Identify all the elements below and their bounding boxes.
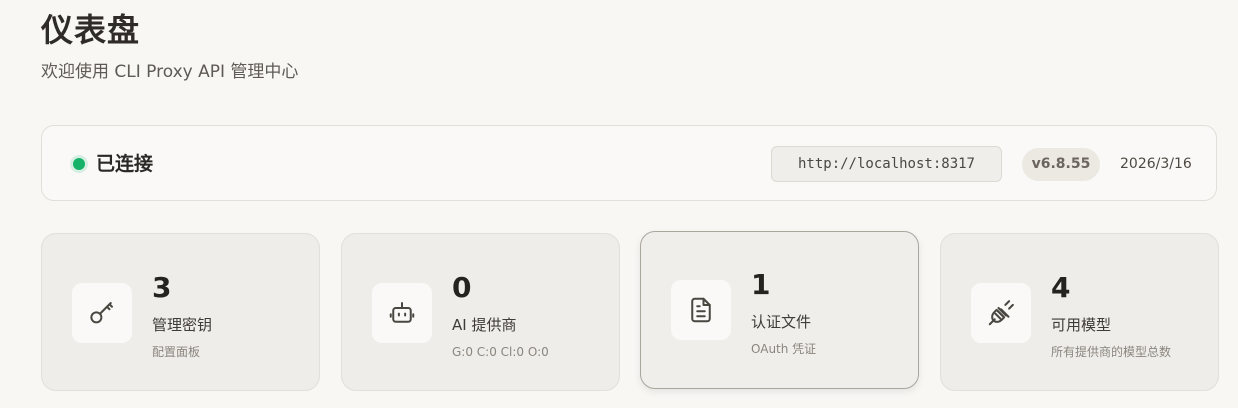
robot-icon — [389, 302, 415, 323]
connection-status-text: 已连接 — [96, 153, 154, 175]
file-icon — [691, 297, 711, 323]
connection-status-card: 已连接 http://localhost:8317 v6.8.55 2026/3… — [41, 125, 1217, 201]
stat-label: 认证文件 — [751, 313, 812, 331]
connection-status-dot — [73, 158, 85, 170]
stat-value: 4 — [1051, 271, 1071, 304]
stat-card-ai-providers[interactable]: 0 AI 提供商 G:0 C:0 Cl:0 O:0 — [341, 233, 620, 391]
stat-label: 管理密钥 — [152, 316, 213, 334]
stat-detail: 配置面板 — [152, 345, 201, 359]
page-title: 仪表盘 — [41, 11, 141, 49]
stat-card-available-models[interactable]: 4 可用模型 所有提供商的模型总数 — [940, 233, 1219, 391]
stat-icon-box — [971, 283, 1031, 343]
stat-detail: OAuth 凭证 — [751, 342, 817, 356]
stat-value: 3 — [152, 271, 172, 304]
stat-icon-box — [671, 280, 731, 340]
key-icon — [90, 302, 113, 324]
current-date: 2026/3/16 — [1120, 156, 1192, 172]
stat-icon-box — [372, 283, 432, 343]
version-badge: v6.8.55 — [1022, 148, 1100, 181]
stat-value: 0 — [452, 271, 472, 304]
stat-card-auth-files[interactable]: 1 认证文件 OAuth 凭证 — [640, 231, 919, 389]
stat-label: 可用模型 — [1051, 316, 1112, 334]
stat-detail: G:0 C:0 Cl:0 O:0 — [452, 345, 549, 359]
api-url: http://localhost:8317 — [771, 146, 1002, 182]
page-subtitle: 欢迎使用 CLI Proxy API 管理中心 — [41, 62, 299, 82]
plug-icon — [988, 300, 1014, 326]
stat-icon-box — [72, 283, 132, 343]
stat-value: 1 — [751, 268, 771, 301]
stat-detail: 所有提供商的模型总数 — [1051, 345, 1172, 359]
stat-label: AI 提供商 — [452, 316, 517, 334]
stat-card-management-keys[interactable]: 3 管理密钥 配置面板 — [41, 233, 320, 391]
